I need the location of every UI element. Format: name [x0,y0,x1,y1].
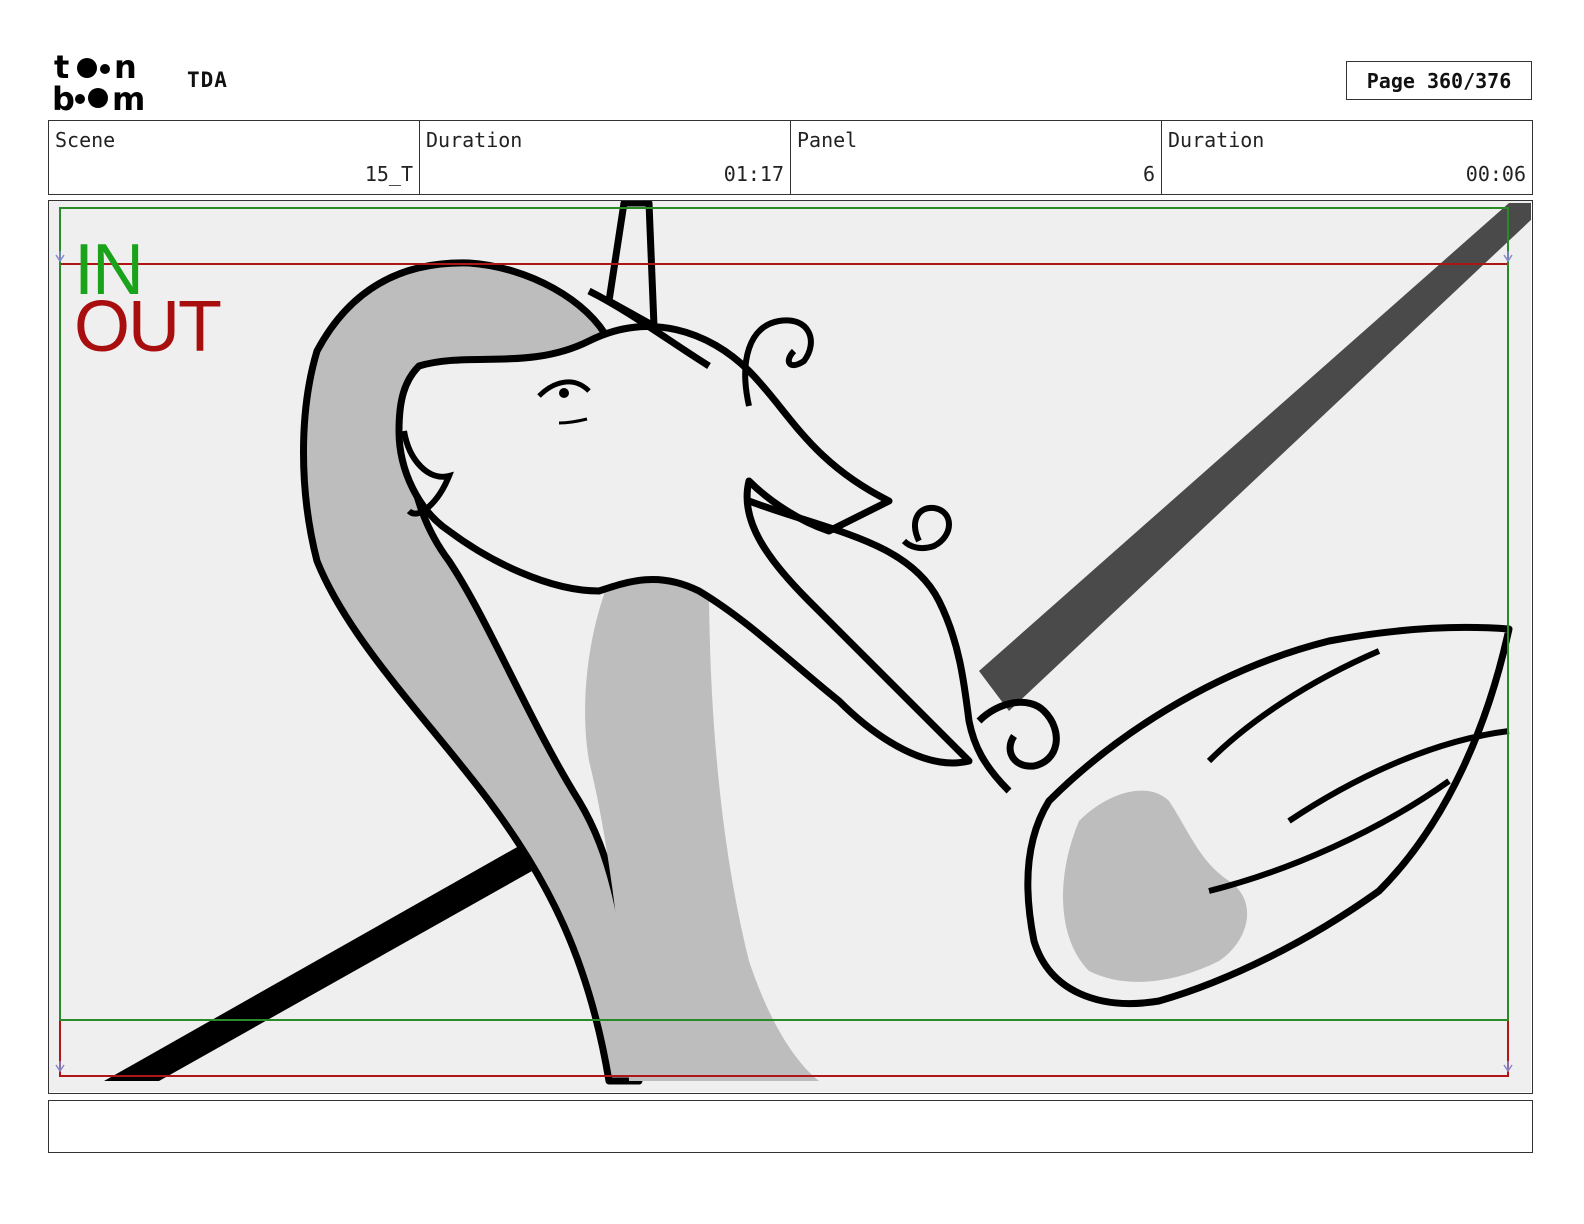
page-number: Page 360/376 [1346,61,1532,100]
scene-duration-value: 01:17 [723,162,784,186]
storyboard-panel: IN OUT [48,200,1533,1094]
panel-caption-box[interactable] [48,1100,1533,1153]
out-frame-label: OUT [74,287,222,367]
panel-cell: Panel 6 [791,121,1162,194]
scene-duration-label: Duration [426,128,523,152]
panel-info-table: Scene 15_T Duration 01:17 Panel 6 Durati… [48,120,1533,195]
svg-text:b: b [52,80,75,114]
scene-cell: Scene 15_T [49,121,420,194]
panel-duration-label: Duration [1168,128,1265,152]
toonboom-logo: t n b m [52,50,145,114]
scene-value: 15_T [364,162,413,186]
panel-label: Panel [797,128,858,152]
panel-value: 6 [1142,162,1155,186]
panel-duration-cell: Duration 00:06 [1162,121,1532,194]
panel-drawing [49,201,1531,1092]
panel-duration-value: 00:06 [1465,162,1526,186]
svg-text:m: m [112,80,145,114]
project-title: TDA [187,68,228,92]
scene-duration-cell: Duration 01:17 [420,121,791,194]
scene-label: Scene [55,128,116,152]
